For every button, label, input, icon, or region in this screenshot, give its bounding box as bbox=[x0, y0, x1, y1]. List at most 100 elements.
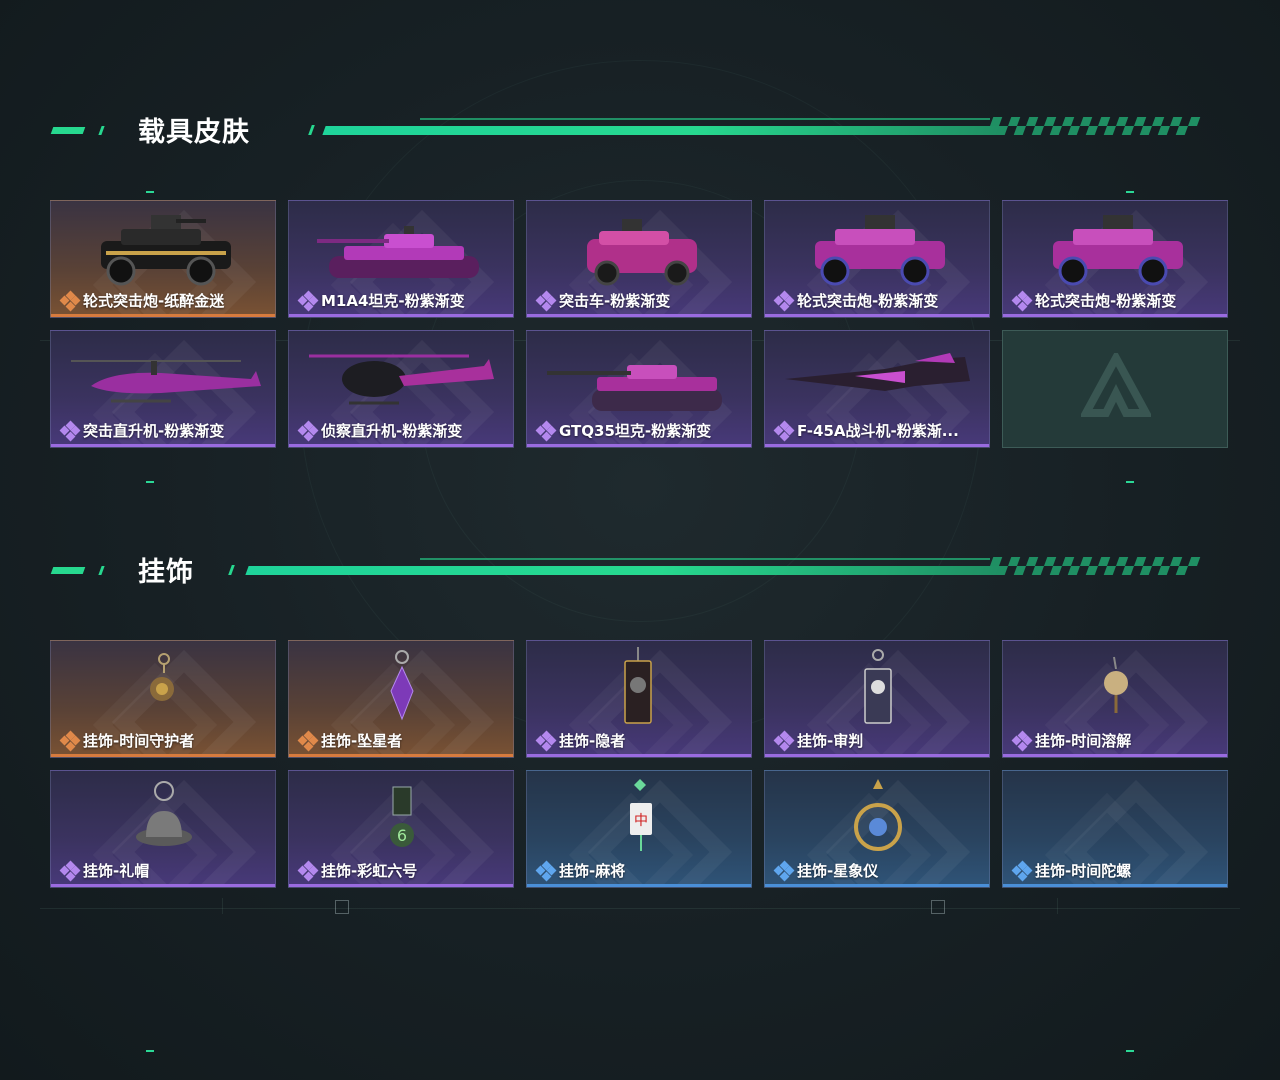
scout-helicopter-icon bbox=[309, 354, 494, 405]
item-name: 挂饰-时间守护者 bbox=[83, 732, 195, 750]
item-label: 挂饰-星象仪 bbox=[773, 860, 878, 881]
item-label: 挂饰-审判 bbox=[773, 730, 864, 751]
tank-icon bbox=[317, 226, 479, 278]
item-label: 轮式突击炮-纸醉金迷 bbox=[59, 290, 225, 311]
item-label: 挂饰-时间守护者 bbox=[59, 730, 195, 751]
item-label: 突击直升机-粉紫渐变 bbox=[59, 420, 225, 441]
charm-card[interactable]: 挂饰-坠星者 bbox=[288, 640, 514, 758]
rarity-underline bbox=[289, 444, 513, 447]
corner-tick bbox=[146, 191, 154, 193]
rarity-underline bbox=[765, 754, 989, 757]
item-label: M1A4坦克-粉紫渐变 bbox=[297, 290, 465, 311]
crystal-charm-icon bbox=[390, 650, 414, 721]
item-label: 挂饰-隐者 bbox=[535, 730, 625, 751]
vehicle-skin-card[interactable]: M1A4坦克-粉紫渐变 bbox=[288, 200, 514, 318]
wheeled-assault-gun-icon bbox=[101, 215, 231, 286]
background-square bbox=[335, 900, 349, 914]
rarity-diamond-icon bbox=[59, 420, 81, 441]
hermit-card-charm-icon bbox=[624, 647, 652, 724]
tank-icon bbox=[547, 365, 722, 411]
corner-tick bbox=[146, 1050, 154, 1052]
item-name: 挂饰-彩虹六号 bbox=[321, 862, 418, 880]
rarity-underline bbox=[765, 314, 989, 317]
item-label: 突击车-粉紫渐变 bbox=[535, 290, 670, 311]
rarity-diamond-icon bbox=[773, 860, 795, 881]
header-dash bbox=[98, 126, 105, 135]
corner-tick bbox=[146, 481, 154, 483]
item-label: 挂饰-时间陀螺 bbox=[1011, 860, 1131, 881]
corner-tick bbox=[1126, 481, 1134, 483]
header-dash bbox=[308, 125, 315, 135]
rarity-underline bbox=[527, 444, 751, 447]
time-guardian-charm-icon bbox=[150, 653, 174, 701]
item-label: 轮式突击炮-粉紫渐变 bbox=[773, 290, 938, 311]
rarity-diamond-icon bbox=[297, 730, 319, 751]
rarity-underline bbox=[1003, 314, 1227, 317]
item-name: 突击直升机-粉紫渐变 bbox=[83, 422, 225, 440]
section-header-vehicle-skins: 载具皮肤 bbox=[0, 110, 1280, 150]
item-name: F-45A战斗机-粉紫渐... bbox=[797, 422, 959, 440]
background-square bbox=[931, 900, 945, 914]
corner-tick bbox=[1126, 1050, 1134, 1052]
rarity-underline bbox=[527, 884, 751, 887]
svg-text:中: 中 bbox=[634, 813, 648, 829]
rarity-diamond-icon bbox=[59, 730, 81, 751]
charm-card[interactable]: 挂饰-时间溶解 bbox=[1002, 640, 1228, 758]
rarity-diamond-icon bbox=[59, 290, 81, 311]
vehicle-skin-card[interactable]: 侦察直升机-粉紫渐变 bbox=[288, 330, 514, 448]
charm-card[interactable]: 6 挂饰-彩虹六号 bbox=[288, 770, 514, 888]
rarity-diamond-icon bbox=[773, 730, 795, 751]
item-name: GTQ35坦克-粉紫渐变 bbox=[559, 422, 712, 440]
rarity-underline bbox=[51, 754, 275, 757]
charm-card[interactable]: 挂饰-时间守护者 bbox=[50, 640, 276, 758]
rarity-diamond-icon bbox=[535, 860, 557, 881]
item-label: 挂饰-礼帽 bbox=[59, 860, 150, 881]
charm-card[interactable]: 挂饰-隐者 bbox=[526, 640, 752, 758]
section-header-charms: 挂饰 bbox=[0, 550, 1280, 590]
empty-slot-card bbox=[1002, 330, 1228, 448]
vehicle-skin-card[interactable]: 轮式突击炮-粉紫渐变 bbox=[1002, 200, 1228, 318]
charm-card[interactable]: 挂饰-时间陀螺 bbox=[1002, 770, 1228, 888]
rarity-underline bbox=[527, 314, 751, 317]
rarity-diamond-icon bbox=[535, 420, 557, 441]
wheeled-assault-gun-icon bbox=[1053, 215, 1183, 286]
item-label: GTQ35坦克-粉紫渐变 bbox=[535, 420, 712, 441]
item-label: 挂饰-麻将 bbox=[535, 860, 625, 881]
vehicle-skin-card[interactable]: 突击车-粉紫渐变 bbox=[526, 200, 752, 318]
rarity-diamond-icon bbox=[297, 860, 319, 881]
header-dash bbox=[98, 566, 105, 575]
rarity-underline bbox=[289, 314, 513, 317]
item-label: F-45A战斗机-粉紫渐... bbox=[773, 420, 959, 441]
item-name: 侦察直升机-粉紫渐变 bbox=[321, 422, 463, 440]
header-dash bbox=[228, 565, 235, 575]
vehicle-skin-card[interactable]: 轮式突击炮-纸醉金迷 bbox=[50, 200, 276, 318]
rarity-diamond-icon bbox=[535, 290, 557, 311]
charm-card[interactable]: 挂饰-礼帽 bbox=[50, 770, 276, 888]
item-name: 挂饰-审判 bbox=[797, 732, 864, 750]
charm-card[interactable]: 挂饰-星象仪 bbox=[764, 770, 990, 888]
rarity-underline bbox=[765, 884, 989, 887]
rarity-underline bbox=[1003, 884, 1227, 887]
vehicle-skin-card[interactable]: GTQ35坦克-粉紫渐变 bbox=[526, 330, 752, 448]
rarity-underline bbox=[51, 444, 275, 447]
background-line bbox=[222, 898, 223, 914]
header-dash bbox=[50, 127, 86, 134]
section-title: 挂饰 bbox=[138, 557, 194, 588]
vehicle-skin-card[interactable]: 突击直升机-粉紫渐变 bbox=[50, 330, 276, 448]
section-title: 载具皮肤 bbox=[138, 117, 250, 148]
vehicle-skin-card[interactable]: F-45A战斗机-粉紫渐... bbox=[764, 330, 990, 448]
wheeled-assault-gun-icon bbox=[815, 215, 945, 286]
charm-card[interactable]: 中 挂饰-麻将 bbox=[526, 770, 752, 888]
fighter-jet-icon bbox=[785, 353, 970, 391]
header-checker-pattern bbox=[987, 117, 1201, 135]
item-name: 挂饰-礼帽 bbox=[83, 862, 150, 880]
corner-tick bbox=[1126, 191, 1134, 193]
header-bar bbox=[322, 126, 1002, 135]
item-name: 轮式突击炮-粉紫渐变 bbox=[1035, 292, 1177, 310]
svg-text:6: 6 bbox=[397, 826, 407, 845]
charm-card[interactable]: 挂饰-审判 bbox=[764, 640, 990, 758]
vehicle-skin-card[interactable]: 轮式突击炮-粉紫渐变 bbox=[764, 200, 990, 318]
item-name: 轮式突击炮-纸醉金迷 bbox=[83, 292, 225, 310]
rarity-underline bbox=[527, 754, 751, 757]
rainbow-six-charm-icon: 6 bbox=[390, 786, 414, 847]
